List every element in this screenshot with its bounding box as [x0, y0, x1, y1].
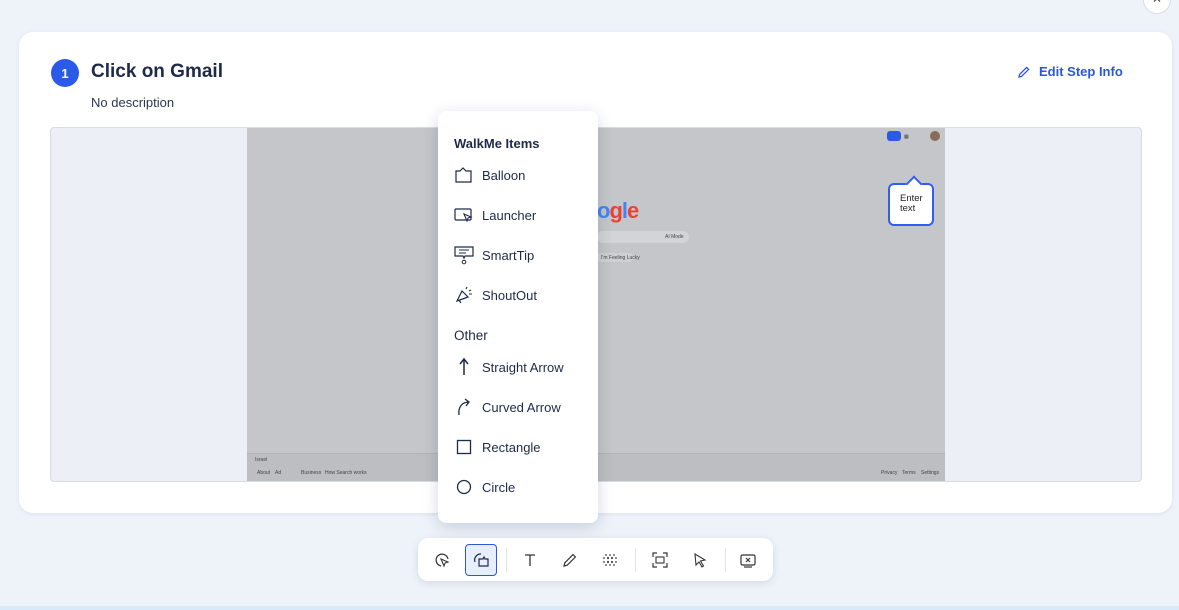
text-tool[interactable] [514, 544, 546, 576]
menu-item-label: Launcher [482, 207, 537, 223]
pen-tool[interactable] [554, 544, 586, 576]
apps-icon: ▦ [904, 134, 909, 140]
capture-tool[interactable] [644, 544, 676, 576]
menu-item-label: Curved Arrow [482, 399, 561, 415]
pointer-click-tool[interactable] [426, 544, 458, 576]
menu-item-circle[interactable]: Circle [454, 476, 515, 498]
circle-icon [454, 477, 474, 497]
google-logo: ogle [597, 198, 639, 223]
lucky-label: I'm Feeling Lucky [601, 255, 640, 261]
step-title: Click on Gmail [91, 61, 223, 82]
menu-item-label: SmartTip [482, 247, 535, 263]
edit-step-info-label: Edit Step Info [1039, 64, 1123, 79]
step-number-badge: 1 [51, 59, 79, 87]
pencil-icon [1018, 65, 1030, 78]
toolbar-separator [725, 548, 726, 572]
smarttip-icon [454, 245, 474, 265]
click-pointer-icon [435, 553, 450, 568]
edit-step-info-button[interactable]: Edit Step Info [1017, 64, 1123, 79]
menu-item-rectangle[interactable]: Rectangle [454, 436, 541, 458]
blur-dots-icon [603, 554, 617, 566]
blur-tool[interactable] [594, 544, 626, 576]
curved-arrow-icon [454, 397, 474, 417]
menu-item-shoutout[interactable]: ShoutOut [454, 284, 537, 306]
footer-country: Israel [255, 457, 268, 463]
pencil-icon [563, 553, 577, 567]
menu-item-curved-arrow[interactable]: Curved Arrow [454, 396, 561, 418]
step-description: No description [91, 95, 175, 110]
capture-frame-icon [652, 552, 668, 568]
avatar [930, 131, 940, 141]
menu-item-label: ShoutOut [482, 287, 537, 303]
shoutout-icon [454, 285, 474, 305]
menu-item-label: Straight Arrow [482, 359, 564, 375]
footer-link: About [257, 470, 271, 476]
footer-link: Settings [921, 470, 940, 476]
balloon-preview[interactable]: Enter text [888, 183, 934, 226]
footer-link: How Search works [325, 470, 367, 476]
annotation-toolbar [418, 538, 773, 581]
menu-section-walkme-items: WalkMe Items [454, 136, 540, 151]
bottom-border [0, 606, 1179, 610]
walkme-badge [887, 131, 901, 141]
cursor-tool[interactable] [684, 544, 716, 576]
ai-mode-label: AI Mode [665, 234, 684, 240]
walkme-items-menu: WalkMe Items Balloon Launcher SmartTip S… [438, 111, 598, 523]
walkme-items-icon [474, 553, 489, 567]
toolbar-separator [635, 548, 636, 572]
straight-arrow-icon [454, 357, 474, 377]
footer-link: Ad [275, 470, 282, 476]
walkme-items-tool[interactable] [465, 544, 497, 576]
text-icon [525, 554, 535, 566]
menu-item-balloon[interactable]: Balloon [454, 164, 525, 186]
toolbar-separator [506, 548, 507, 572]
menu-item-straight-arrow[interactable]: Straight Arrow [454, 356, 564, 378]
chevron-up-icon [1153, 0, 1161, 2]
collapse-button[interactable] [1143, 0, 1171, 14]
menu-item-label: Rectangle [482, 439, 541, 455]
clear-tool[interactable] [732, 544, 764, 576]
clear-annotations-icon [740, 554, 756, 568]
balloon-text: Enter text [900, 193, 923, 214]
cursor-arrow-icon [694, 552, 707, 568]
launcher-icon [454, 205, 474, 225]
footer-link: Business [301, 470, 322, 476]
rectangle-icon [454, 437, 474, 457]
balloon-icon [454, 165, 474, 185]
menu-item-label: Circle [482, 479, 516, 495]
footer-link: Terms [902, 470, 916, 476]
menu-item-launcher[interactable]: Launcher [454, 204, 536, 226]
menu-item-smarttip[interactable]: SmartTip [454, 244, 534, 266]
menu-item-label: Balloon [482, 167, 526, 183]
menu-section-other: Other [454, 328, 488, 343]
footer-link: Privacy [881, 470, 898, 476]
